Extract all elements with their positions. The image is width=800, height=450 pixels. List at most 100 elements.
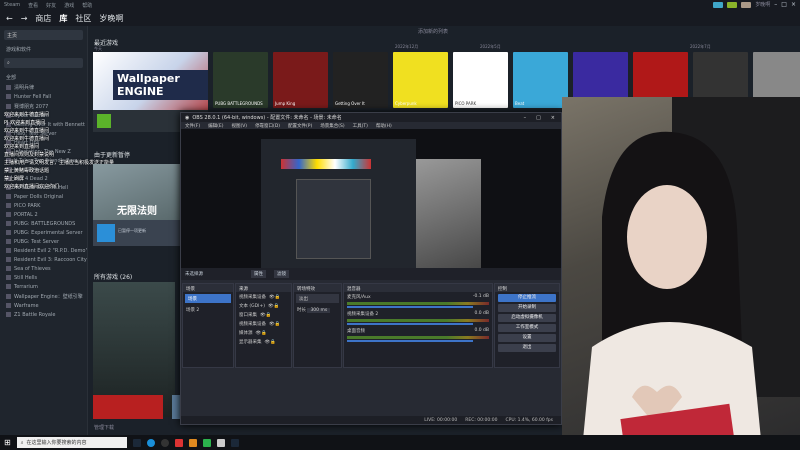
- close-icon[interactable]: ×: [551, 115, 555, 121]
- obs-menu-item[interactable]: 帮助(H): [376, 123, 392, 129]
- source-item[interactable]: 文本 (GDI+) 👁🔒: [236, 301, 291, 310]
- game-card[interactable]: [93, 395, 163, 419]
- game-list-item[interactable]: Resident Evil 2 "R.P.D. Demo": [0, 246, 87, 255]
- maximize-icon[interactable]: □: [536, 115, 541, 121]
- game-tile[interactable]: Beat: [513, 52, 568, 108]
- obs-menu-item[interactable]: 视图(V): [231, 123, 247, 129]
- control-button-4[interactable]: 设置: [498, 334, 556, 342]
- game-list-item[interactable]: PORTAL 2: [0, 210, 87, 219]
- control-button-0[interactable]: 停止推流: [498, 294, 556, 302]
- play-button[interactable]: [97, 114, 111, 128]
- filter-dropdown[interactable]: 游戏和软件: [0, 44, 87, 54]
- search-input[interactable]: ⌕: [4, 58, 83, 68]
- menu-view[interactable]: 查看: [28, 2, 38, 9]
- app-icon[interactable]: [174, 438, 183, 447]
- game-tile[interactable]: Jump King: [273, 52, 328, 108]
- filters-button[interactable]: 滤镜: [274, 270, 289, 278]
- scene-item[interactable]: 场景: [185, 294, 231, 303]
- nav-library[interactable]: 库: [59, 13, 67, 24]
- game-list-item[interactable]: Paper Dolls Original: [0, 192, 87, 201]
- lock-icon[interactable]: 🔒: [266, 313, 272, 318]
- lock-icon[interactable]: 🔒: [270, 340, 276, 345]
- control-button-5[interactable]: 退出: [498, 344, 556, 352]
- menu-games[interactable]: 游戏: [64, 2, 74, 9]
- all-games-title[interactable]: 所有游戏 (26): [94, 272, 132, 281]
- game-list-item[interactable]: Hunter Fell Fall: [0, 92, 87, 101]
- game-tile[interactable]: PICO PARK: [453, 52, 508, 108]
- minimize-icon[interactable]: –: [524, 115, 527, 121]
- game-list-item[interactable]: Sea of Thieves: [0, 264, 87, 273]
- lock-icon[interactable]: 🔒: [261, 331, 267, 336]
- taskbar-search[interactable]: ⌕ 在这里输入你要搜索的内容: [16, 437, 127, 448]
- source-item[interactable]: 视频采集设备 👁🔒: [236, 292, 291, 301]
- close-icon[interactable]: ×: [791, 1, 796, 8]
- home-button[interactable]: 主页: [4, 30, 83, 40]
- duration-input[interactable]: 300 ms: [307, 307, 331, 313]
- control-button-2[interactable]: 启动虚拟摄像机: [498, 314, 556, 322]
- control-button-1[interactable]: 开始录制: [498, 304, 556, 312]
- game-list-item[interactable]: Warframe: [0, 301, 87, 310]
- game-list-item[interactable]: PICO PARK: [0, 201, 87, 210]
- game-list-item[interactable]: PUBG: BATTLEGROUNDS: [0, 219, 87, 228]
- download-icon[interactable]: [97, 224, 115, 242]
- back-icon[interactable]: ←: [6, 14, 13, 23]
- menu-friends[interactable]: 好友: [46, 2, 56, 9]
- broadcast-icon[interactable]: [713, 1, 724, 8]
- manage-downloads[interactable]: 管理下载: [94, 424, 114, 431]
- username[interactable]: 岁晚啊: [755, 1, 770, 8]
- lock-icon[interactable]: 🔒: [275, 322, 281, 327]
- game-tile[interactable]: Cyberpunk: [393, 52, 448, 108]
- start-icon[interactable]: ⊞: [4, 438, 11, 447]
- nav-store[interactable]: 商店: [35, 13, 51, 24]
- wechat-icon[interactable]: [202, 438, 211, 447]
- add-shelf-button[interactable]: 添加新的列表: [418, 28, 448, 35]
- steam-icon[interactable]: [230, 438, 239, 447]
- lock-icon[interactable]: 🔒: [274, 304, 280, 309]
- obs-menu-item[interactable]: 编辑(E): [208, 123, 223, 129]
- file-icon[interactable]: [216, 438, 225, 447]
- app-icon[interactable]: [188, 438, 197, 447]
- notification-icon[interactable]: [727, 1, 738, 8]
- edge-icon[interactable]: [146, 438, 155, 447]
- download-card[interactable]: 无限法则 已暂停一项更新: [93, 164, 181, 246]
- transition-select[interactable]: 淡出: [296, 294, 339, 303]
- game-list-item[interactable]: Z1 Battle Royale: [0, 310, 87, 319]
- obs-menu-item[interactable]: 工具(T): [353, 123, 368, 129]
- volume-slider[interactable]: [347, 340, 473, 342]
- obs-icon[interactable]: [160, 438, 169, 447]
- obs-preview[interactable]: [181, 129, 561, 279]
- game-tile[interactable]: PUBG BATTLEGROUNDS: [213, 52, 268, 108]
- source-item[interactable]: 视频采集设备 👁🔒: [236, 319, 291, 328]
- obs-menu-item[interactable]: 停靠窗口(D): [255, 123, 280, 129]
- scene-item[interactable]: 场景 2: [183, 305, 233, 314]
- game-list-item[interactable]: Resident Evil 3: Raccoon City Demo: [0, 255, 87, 264]
- lock-icon[interactable]: 🔒: [275, 295, 281, 300]
- game-list-item[interactable]: Terrarium: [0, 282, 87, 291]
- maximize-icon[interactable]: □: [781, 1, 787, 8]
- nav-username[interactable]: 岁晚啊: [99, 13, 123, 24]
- avatar[interactable]: [741, 1, 752, 8]
- source-item[interactable]: 显示器采集 👁🔒: [236, 337, 291, 346]
- obs-menu-item[interactable]: 文件(F): [185, 123, 200, 129]
- minimize-icon[interactable]: –: [774, 1, 777, 8]
- volume-slider[interactable]: [347, 306, 473, 308]
- source-item[interactable]: 窗口采集 👁🔒: [236, 310, 291, 319]
- properties-button[interactable]: 属性: [251, 270, 266, 278]
- control-button-3[interactable]: 工作室模式: [498, 324, 556, 332]
- obs-menu-item[interactable]: 场景集合(S): [320, 123, 344, 129]
- game-list-item[interactable]: 清明兵律: [0, 82, 87, 92]
- menu-steam[interactable]: Steam: [4, 2, 20, 8]
- game-tile[interactable]: Getting Over It: [333, 52, 388, 108]
- section-all[interactable]: 全部: [0, 72, 87, 82]
- nav-community[interactable]: 社区: [75, 13, 91, 24]
- game-list-item[interactable]: Still Hells: [0, 273, 87, 282]
- game-list-item[interactable]: PUBG: Experimental Server: [0, 228, 87, 237]
- game-list-item[interactable]: PUBG: Test Server: [0, 237, 87, 246]
- source-item[interactable]: 媒体源 👁🔒: [236, 328, 291, 337]
- menu-help[interactable]: 帮助: [82, 2, 92, 9]
- steam-icon[interactable]: [132, 438, 141, 447]
- game-list-item[interactable]: Wallpaper Engine：壁纸引擎: [0, 291, 87, 301]
- obs-menu-item[interactable]: 配置文件(P): [288, 123, 312, 129]
- forward-icon[interactable]: →: [21, 14, 28, 23]
- volume-slider[interactable]: [347, 323, 473, 325]
